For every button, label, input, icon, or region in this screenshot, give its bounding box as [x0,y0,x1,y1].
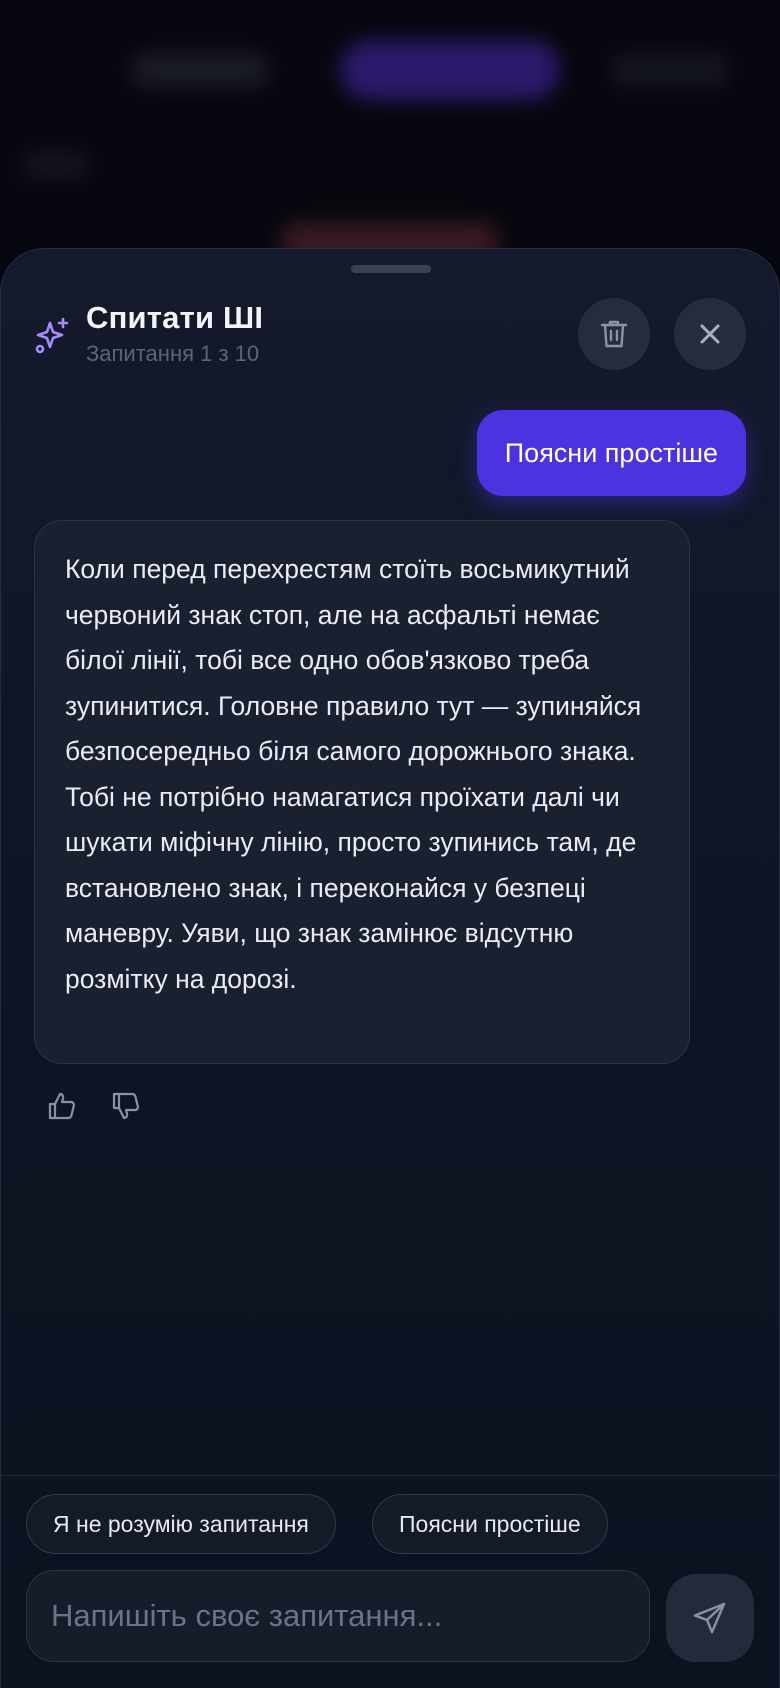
sheet-drag-handle[interactable] [351,265,431,273]
trash-icon [600,320,628,348]
thumbs-down-icon[interactable] [110,1090,142,1122]
question-counter: Запитання 1 з 10 [86,341,260,366]
blurred-element [610,52,730,88]
composer-divider [0,1475,780,1476]
blurred-element [20,150,90,180]
suggestion-chip[interactable]: Поясни простіше [372,1494,608,1554]
thumbs-up-icon[interactable] [46,1090,78,1122]
clear-chat-button[interactable] [578,298,650,370]
sparkle-icon [35,317,69,354]
send-icon [693,1602,726,1634]
suggestion-chip[interactable]: Я не розумію запитання [26,1494,336,1554]
page-title: Спитати ШІ [86,300,264,335]
background-app-blurred [0,0,780,260]
assistant-message: Коли перед перехрестям стоїть восьмикутн… [34,520,690,1064]
close-icon [700,324,720,344]
send-button[interactable] [666,1574,754,1662]
close-button[interactable] [674,298,746,370]
blurred-element [130,52,270,88]
blurred-element [340,40,560,100]
question-input[interactable] [26,1570,650,1662]
user-message: Поясни простіше [476,410,746,496]
